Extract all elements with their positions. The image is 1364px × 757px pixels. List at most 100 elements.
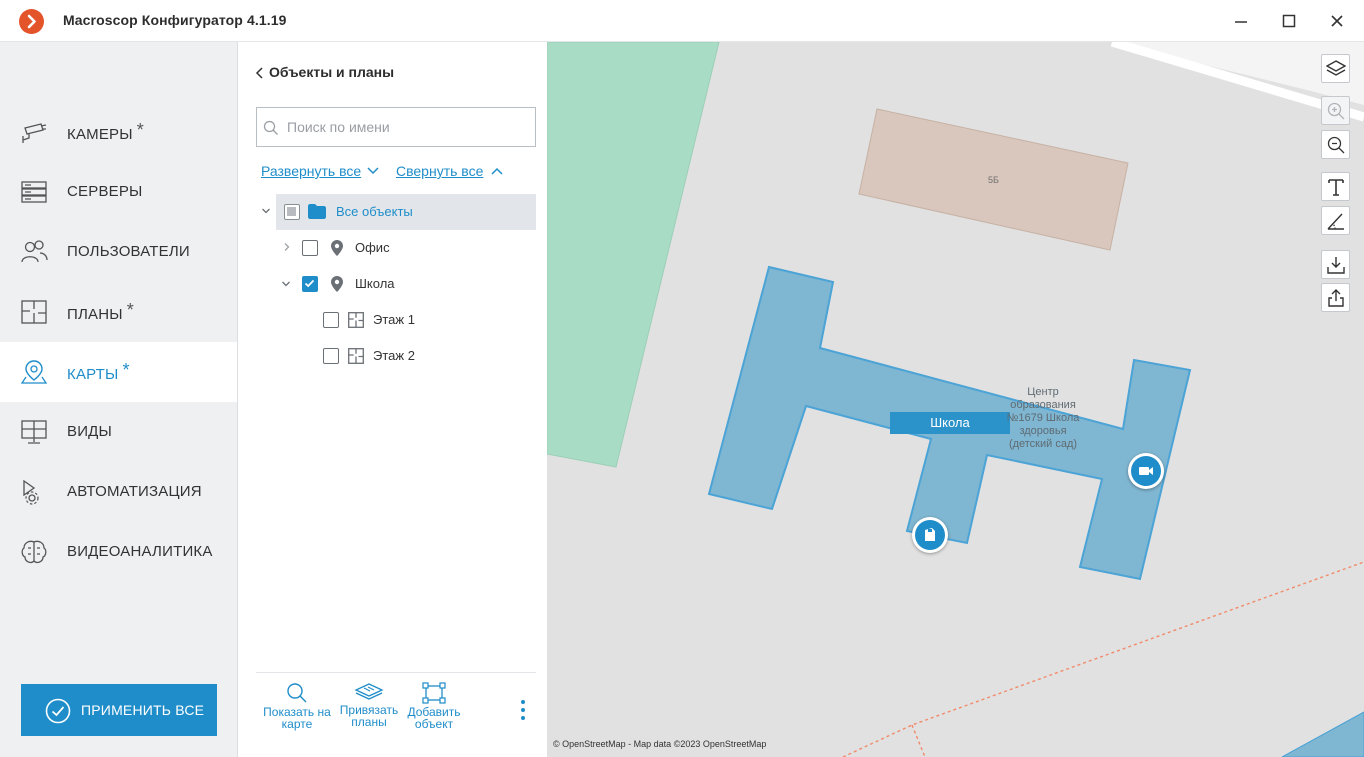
sidebar-item-label: АВТОМАТИЗАЦИЯ <box>67 483 202 500</box>
minimize-button[interactable] <box>1226 6 1256 36</box>
checkbox[interactable] <box>302 276 318 292</box>
maximize-icon <box>1282 14 1296 28</box>
building-label: Центр образования №1679 Школа здоровья (… <box>1006 386 1080 450</box>
sidebar-item-label: КАРТЫ <box>67 366 119 383</box>
zoom-out-icon <box>1327 136 1345 154</box>
plan-marker[interactable] <box>912 517 948 553</box>
tool-label: Добавить объект <box>407 705 461 731</box>
park-area <box>547 42 720 468</box>
share-icon <box>1328 289 1344 307</box>
sidebar-item-label: СЕРВЕРЫ <box>67 183 143 200</box>
modified-mark: * <box>136 120 144 140</box>
checkbox[interactable] <box>284 204 300 220</box>
object-label[interactable]: Школа <box>890 412 1010 434</box>
collapse-all-link[interactable]: Свернуть все <box>396 163 483 179</box>
zoom-in-icon <box>1327 102 1345 120</box>
chevron-down-icon <box>367 167 379 175</box>
camera-marker[interactable] <box>1128 453 1164 489</box>
footpath <box>911 724 926 757</box>
tool-label: Привязать планы <box>339 703 399 729</box>
sidebar-item-views[interactable]: ВИДЫ <box>0 402 237 462</box>
camera-icon <box>22 123 47 143</box>
export-button[interactable] <box>1321 283 1350 312</box>
search-icon <box>263 120 278 135</box>
sidebar-item-servers[interactable]: СЕРВЕРЫ <box>0 162 237 222</box>
chevron-up-icon <box>491 167 503 175</box>
minimize-icon <box>1235 21 1247 23</box>
search-icon <box>287 683 307 703</box>
tree-item-label: Этаж 1 <box>373 312 415 327</box>
location-pin-icon <box>331 240 343 256</box>
measure-tool-button[interactable] <box>1321 206 1350 235</box>
search-input[interactable] <box>287 116 527 138</box>
modified-mark: * <box>126 300 134 320</box>
tree-item-all-objects[interactable]: Все объекты <box>276 194 536 230</box>
folder-icon <box>308 204 326 219</box>
tree-item-office[interactable]: Офис <box>276 230 536 266</box>
floorplan-icon <box>348 312 364 328</box>
layers-button[interactable] <box>1321 54 1350 83</box>
server-icon <box>21 181 47 203</box>
monitor-grid-icon <box>21 420 47 444</box>
maximize-button[interactable] <box>1274 6 1304 36</box>
floorplan-icon <box>348 348 364 364</box>
text-tool-button[interactable] <box>1321 172 1350 201</box>
zoom-in-button[interactable] <box>1321 96 1350 125</box>
checkbox[interactable] <box>323 312 339 328</box>
automation-gear-icon <box>23 479 39 505</box>
close-icon <box>1331 15 1343 27</box>
import-button[interactable] <box>1321 250 1350 279</box>
sidebar-item-plans[interactable]: ПЛАНЫ * <box>0 282 237 342</box>
attach-plans-button[interactable]: Привязать планы <box>333 682 405 728</box>
checkbox[interactable] <box>302 240 318 256</box>
sidebar-item-label: КАМЕРЫ <box>67 126 133 143</box>
more-options-button[interactable] <box>518 700 528 722</box>
search-field[interactable] <box>256 107 536 147</box>
camera-icon <box>1139 467 1153 475</box>
zoom-out-button[interactable] <box>1321 130 1350 159</box>
objects-panel: Объекты и планы Развернуть все Свернуть … <box>239 42 547 757</box>
footpath <box>842 561 1364 757</box>
tool-label: Показать на карте <box>263 705 331 731</box>
divider <box>256 672 536 673</box>
text-icon <box>1328 179 1344 196</box>
apply-all-button[interactable]: ПРИМЕНИТЬ ВСЕ <box>21 684 217 736</box>
location-pin-icon <box>331 276 343 292</box>
layers-icon <box>1326 60 1346 76</box>
sidebar-item-label: ВИДЫ <box>67 423 113 440</box>
add-shape-icon <box>422 682 446 704</box>
map-attribution: © OpenStreetMap - Map data ©2023 OpenStr… <box>553 739 767 749</box>
sidebar-item-maps[interactable]: КАРТЫ * <box>0 342 237 402</box>
map-canvas[interactable]: 5Б Школа Центр образования №1679 Школа з… <box>547 42 1364 757</box>
sidebar-item-cameras[interactable]: КАМЕРЫ * <box>0 102 237 162</box>
tree-item-label: Школа <box>355 276 395 291</box>
back-chevron-icon[interactable] <box>255 66 265 80</box>
layers-plan-icon <box>354 683 384 700</box>
expand-all-link[interactable]: Развернуть все <box>261 163 361 179</box>
sidebar-item-automation[interactable]: АВТОМАТИЗАЦИЯ <box>0 462 237 522</box>
tree-item-floor-1[interactable]: Этаж 1 <box>276 302 536 338</box>
sidebar-item-label: ПОЛЬЗОВАТЕЛИ <box>67 243 190 260</box>
download-icon <box>1327 257 1345 274</box>
expand-chevron-icon[interactable] <box>261 206 271 216</box>
ruler-angle-icon <box>1327 213 1344 230</box>
check-circle-icon <box>45 698 71 724</box>
tree-item-floor-2[interactable]: Этаж 2 <box>276 338 536 374</box>
show-on-map-button[interactable]: Показать на карте <box>261 682 333 730</box>
sidebar-item-users[interactable]: ПОЛЬЗОВАТЕЛИ <box>0 222 237 282</box>
brain-icon <box>21 540 47 564</box>
tree-item-school[interactable]: Школа <box>276 266 536 302</box>
close-button[interactable] <box>1322 6 1352 36</box>
users-icon <box>21 240 48 263</box>
app-logo-icon <box>19 9 44 34</box>
tree-item-label: Все объекты <box>336 204 413 219</box>
title-bar: Macroscop Конфигуратор 4.1.19 <box>0 0 1364 42</box>
plan-marker-icon <box>925 528 935 541</box>
modified-mark: * <box>122 360 130 380</box>
checkbox[interactable] <box>323 348 339 364</box>
floorplan-icon <box>21 300 47 324</box>
sidebar-item-videoanalytics[interactable]: ВИДЕОАНАЛИТИКА <box>0 522 237 582</box>
add-object-button[interactable]: Добавить объект <box>398 682 470 730</box>
sidebar-item-label: ВИДЕОАНАЛИТИКА <box>67 543 213 560</box>
panel-title: Объекты и планы <box>269 64 395 80</box>
